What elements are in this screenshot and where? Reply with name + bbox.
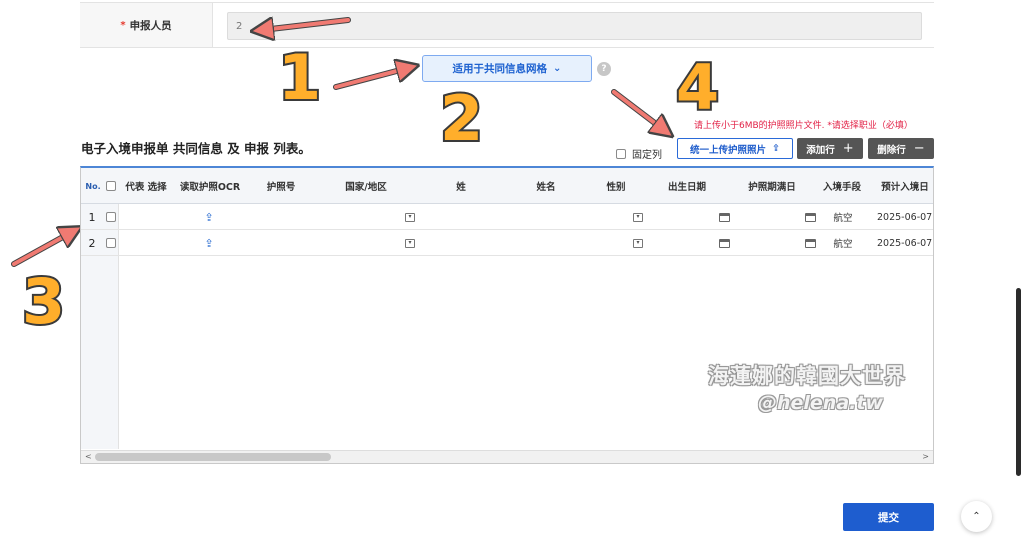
col-header-entry-date: 预计入境日 (881, 182, 929, 193)
row-number: 2 (88, 236, 96, 250)
col-header-name: 姓名 (536, 182, 556, 193)
birth-date-calendar-icon[interactable] (717, 230, 731, 256)
arrow-1 (262, 20, 350, 30)
col-header-transport: 入境手段 (822, 182, 861, 193)
scroll-left-icon[interactable]: < (85, 452, 92, 461)
col-header-ocr: 读取护照OCR (179, 182, 241, 193)
upload-icon: ⇪ (772, 143, 780, 154)
transport-value[interactable]: 航空 (823, 230, 863, 256)
expiry-date-calendar-icon[interactable] (803, 204, 817, 230)
row-checkbox[interactable] (105, 230, 117, 256)
country-dropdown[interactable]: ▾ (403, 230, 417, 256)
select-all-checkbox[interactable] (105, 168, 117, 204)
row-checkbox[interactable] (105, 204, 117, 230)
submit-button[interactable]: 提交 (843, 503, 934, 531)
col-header-gender: 性别 (606, 182, 626, 193)
delete-row-label: 删除行 (877, 144, 906, 156)
row-number: 1 (88, 210, 96, 224)
ocr-upload-icon[interactable]: ⇪ (199, 204, 219, 230)
page-scrollbar[interactable] (1016, 288, 1021, 476)
upload-all-label: 统一上传护照照片 (690, 144, 767, 156)
callout-3: 3 (20, 265, 67, 338)
scroll-right-icon[interactable]: > (922, 452, 929, 461)
delete-row-button[interactable]: 删除行 − (868, 138, 934, 159)
callout-4: 4 (674, 51, 721, 124)
declaration-grid: No. 代表 选择 读取护照OCR 护照号 国家/地区 姓 姓名 性别 出生日期… (80, 166, 934, 464)
watermark-handle: @helena.tw (758, 392, 884, 414)
minus-icon: − (913, 141, 925, 156)
col-header-surname: 姓 (456, 182, 466, 193)
ocr-upload-icon[interactable]: ⇪ (199, 230, 219, 256)
upload-notice: 请上传小于6MB的护照照片文件. *请选择职业（必填） (694, 121, 913, 131)
gender-dropdown[interactable]: ▾ (631, 204, 645, 230)
table-row: 2 ⇪ ▾ ▾ 航空 2025-06-07 (81, 230, 933, 256)
expiry-date-calendar-icon[interactable] (803, 230, 817, 256)
watermark-title: 海蓮娜的韓國大世界 (708, 364, 906, 388)
arrow-3 (12, 232, 72, 266)
upload-all-passport-button[interactable]: 统一上传护照照片 ⇪ (677, 138, 793, 159)
chevron-up-icon: ⌃ (972, 511, 981, 522)
horizontal-scrollbar[interactable]: < > (81, 450, 933, 463)
country-dropdown[interactable]: ▾ (403, 204, 417, 230)
scroll-thumb[interactable] (95, 453, 331, 461)
arrow-4 (612, 90, 664, 130)
col-header-passport-no: 护照号 (266, 182, 296, 193)
fixed-column-toggle[interactable]: 固定列 (616, 146, 662, 161)
col-header-representative: 代表 选择 (125, 182, 167, 193)
plus-icon: + (842, 141, 854, 156)
birth-date-calendar-icon[interactable] (717, 204, 731, 230)
add-row-label: 添加行 (806, 144, 835, 156)
entry-date-value[interactable]: 2025-06-07 (877, 230, 933, 256)
callout-1: 1 (276, 41, 323, 114)
col-header-country: 国家/地区 (345, 182, 387, 193)
fixed-column-checkbox[interactable] (616, 148, 626, 159)
arrow-2 (334, 68, 408, 89)
table-row: 1 ⇪ ▾ ▾ 航空 2025-06-07 (81, 204, 933, 230)
section-title: 电子入境申报单 共同信息 及 申报 列表。 (81, 141, 311, 156)
entry-date-value[interactable]: 2025-06-07 (877, 204, 933, 230)
gender-dropdown[interactable]: ▾ (631, 230, 645, 256)
col-header-birth-date: 出生日期 (667, 182, 706, 193)
fixed-column-label: 固定列 (632, 150, 662, 161)
callout-2: 2 (438, 82, 485, 155)
scroll-to-top-button[interactable]: ⌃ (961, 501, 992, 532)
add-row-button[interactable]: 添加行 + (797, 138, 863, 159)
transport-value[interactable]: 航空 (823, 204, 863, 230)
col-header-passport-expiry: 护照期满日 (748, 182, 796, 193)
col-header-no: No. (85, 181, 101, 191)
grid-header: No. 代表 选择 读取护照OCR 护照号 国家/地区 姓 姓名 性别 出生日期… (81, 168, 933, 204)
